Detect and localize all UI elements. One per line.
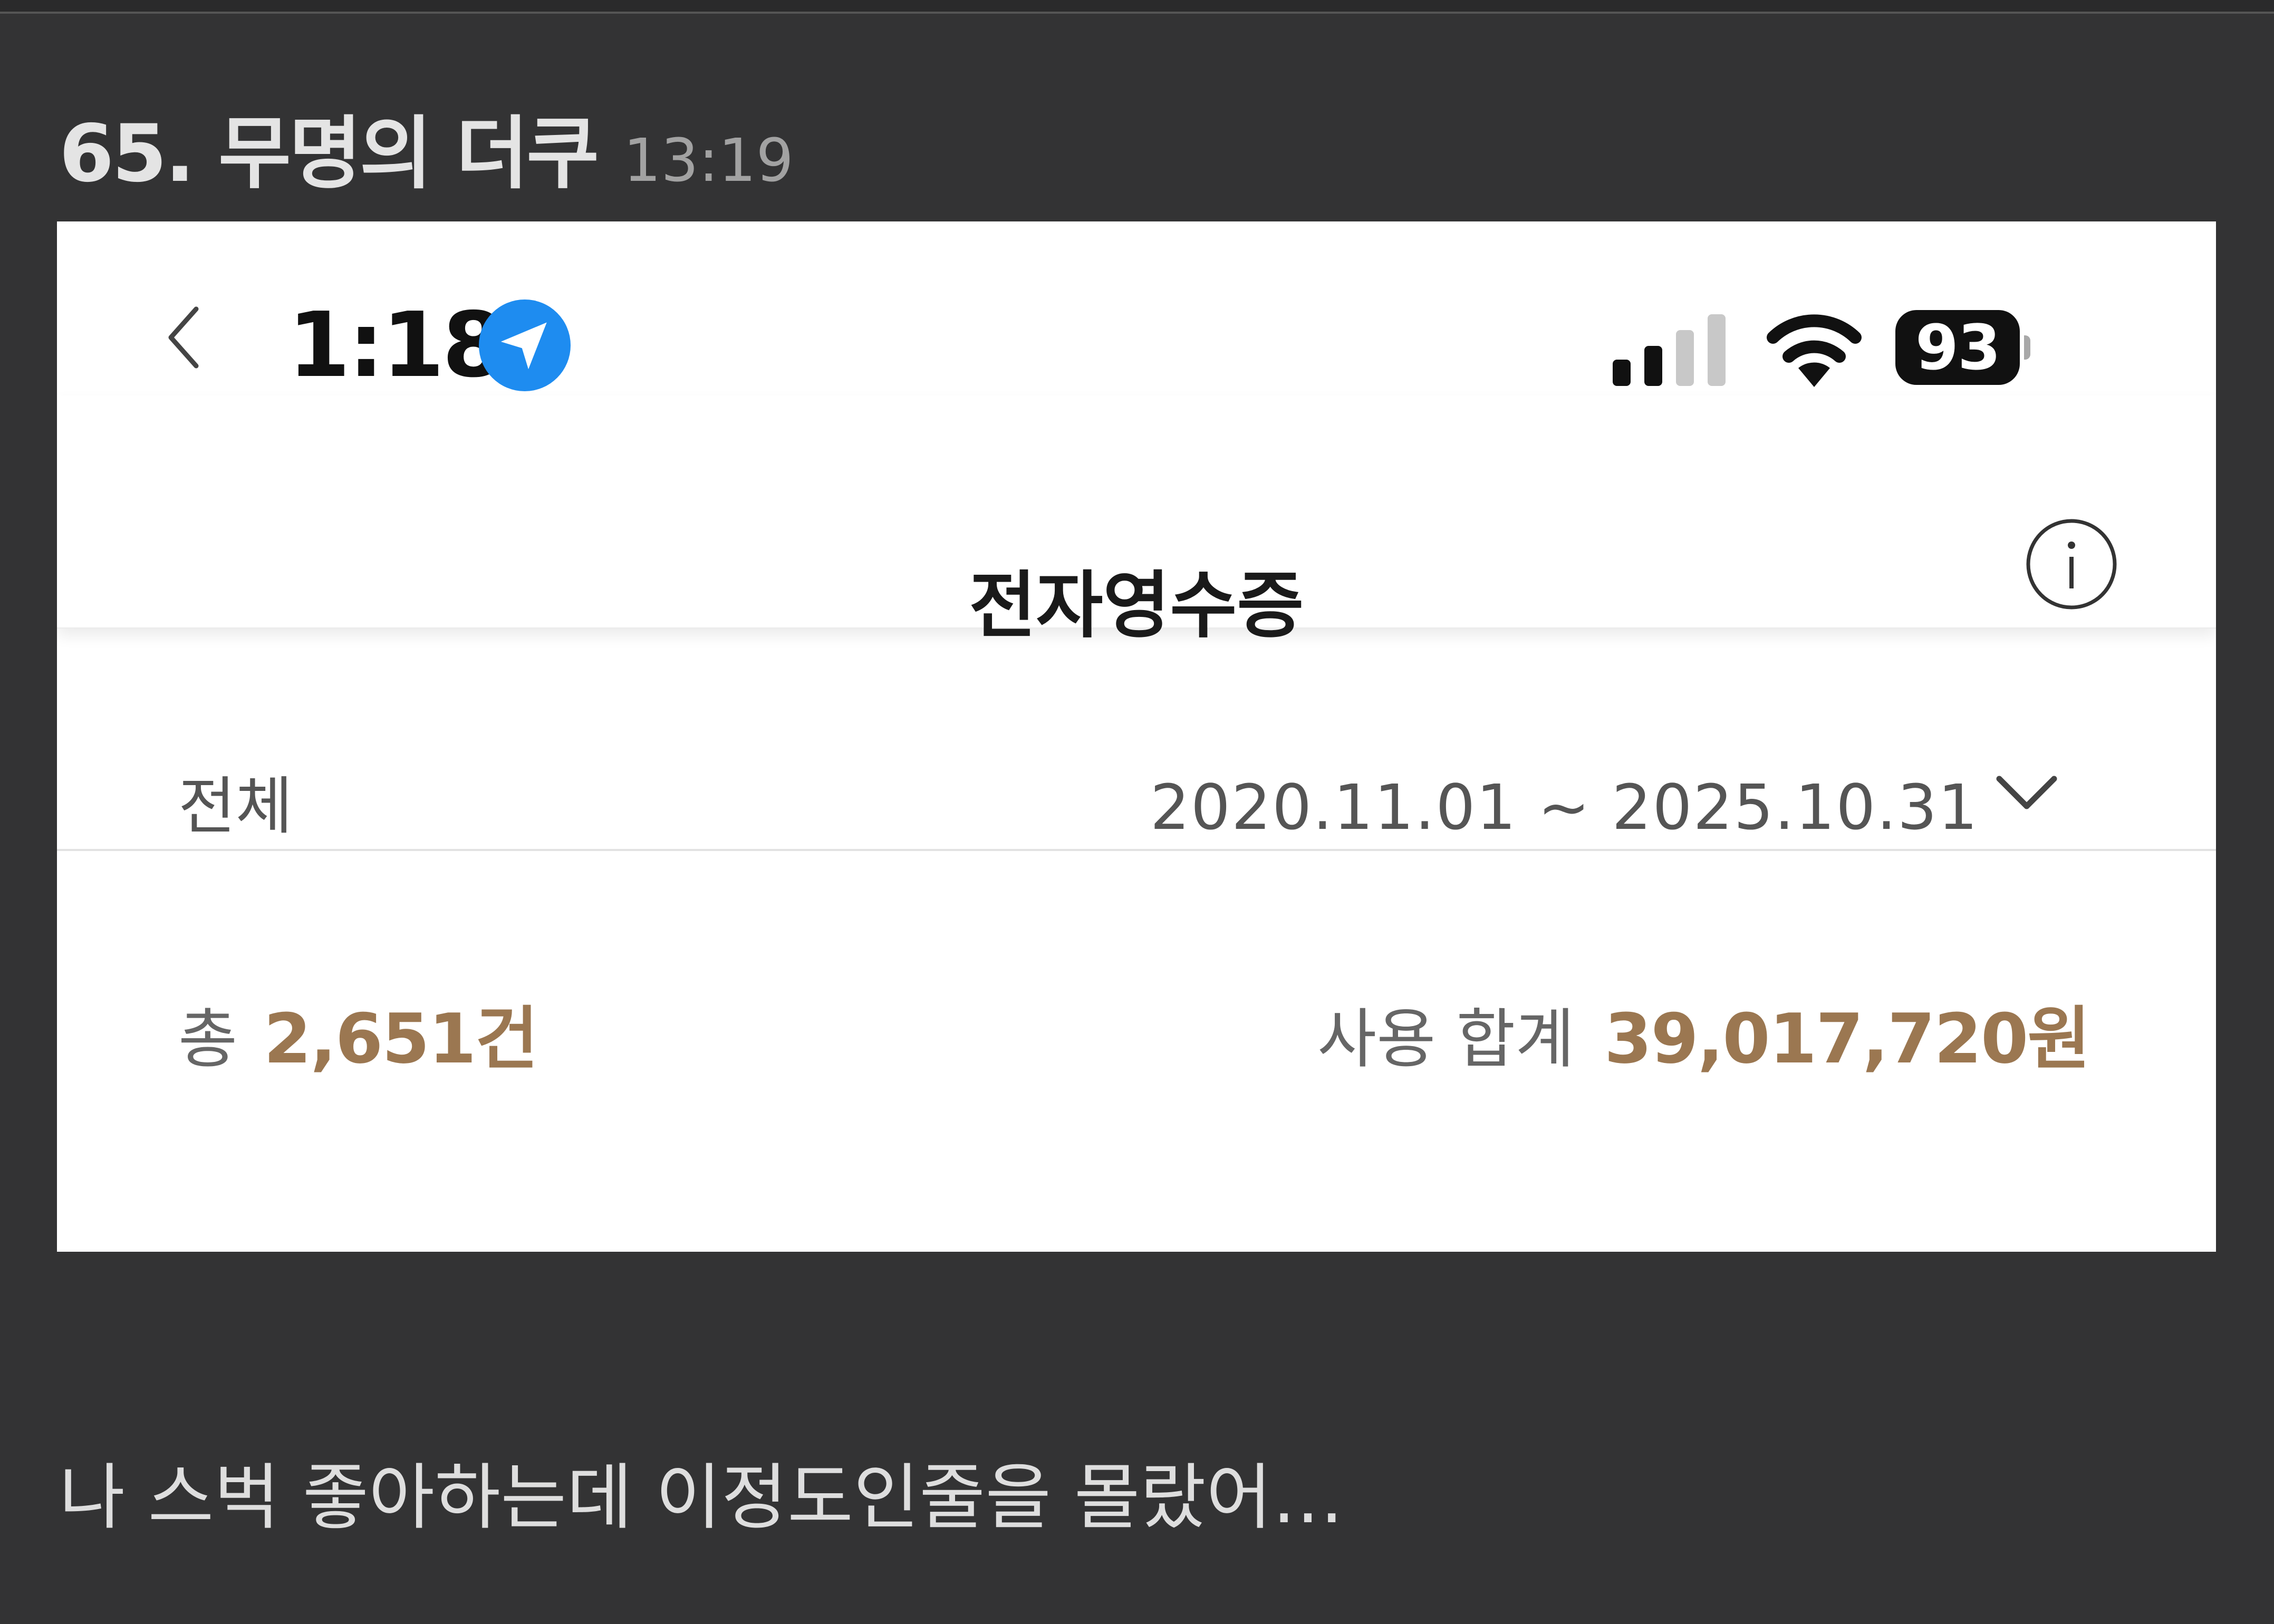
status-bar: 1:18 93 (57, 221, 2216, 395)
post-comment: 나 스벅 좋아하는데 이정도인줄을 몰랐어… (59, 1456, 1344, 1540)
battery-tip (2024, 335, 2030, 360)
battery-body: 93 (1895, 310, 2020, 385)
total-count-value: 2,651건 (264, 999, 538, 1079)
back-chevron-icon[interactable] (162, 301, 205, 374)
embedded-screenshot[interactable]: 1:18 93 전자영수증 전체 2020.11.01 ~ 2025.10.31… (57, 221, 2216, 1252)
post-title: 65. 무명의 더쿠 (59, 108, 599, 200)
info-icon[interactable] (2024, 517, 2119, 612)
post-timestamp: 13:19 (623, 127, 794, 195)
date-range-selector[interactable]: 2020.11.01 ~ 2025.10.31 (1150, 776, 1979, 838)
usage-sum-label: 사용 합계 (1317, 1002, 1575, 1077)
top-divider (0, 0, 2274, 14)
battery-level: 93 (1915, 311, 2001, 384)
battery-icon: 93 (1895, 310, 2030, 385)
total-count-label: 총 (178, 1002, 238, 1077)
filter-label[interactable]: 전체 (178, 775, 293, 837)
status-clock: 1:18 (288, 293, 505, 398)
chevron-down-icon[interactable] (1990, 767, 2064, 820)
cellular-signal-icon (1613, 314, 1726, 386)
wifi-icon (1767, 314, 1862, 387)
location-arrow-icon (479, 299, 571, 391)
usage-sum-value: 39,017,720원 (1604, 999, 2090, 1079)
post-header: 65. 무명의 더쿠 13:19 (59, 90, 794, 200)
